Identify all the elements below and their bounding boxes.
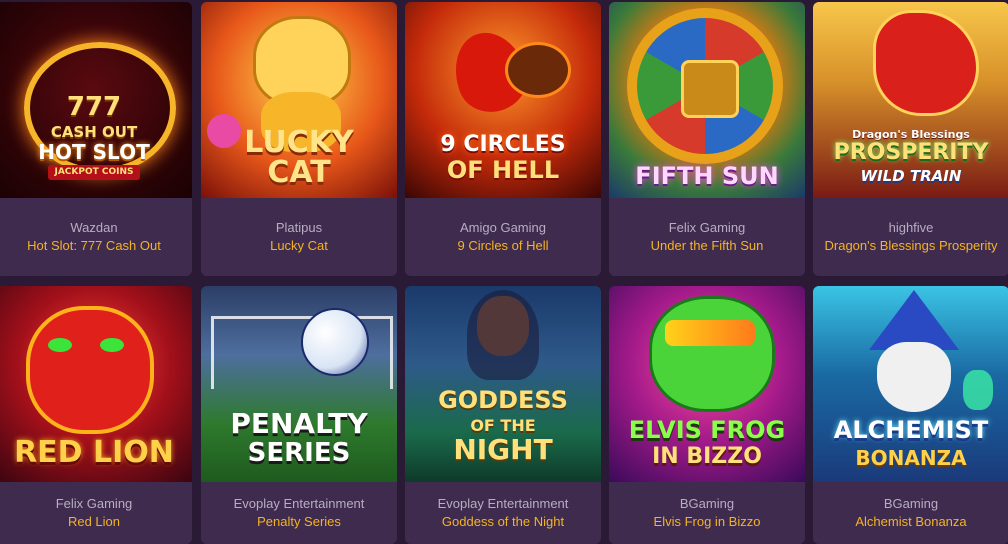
wizard-hat-graphic [869, 290, 959, 350]
game-thumbnail[interactable]: ELVIS FROG IN BIZZO [609, 286, 805, 482]
game-thumbnail[interactable]: GODDESS OF THE NIGHT [405, 286, 601, 482]
game-card[interactable]: 9 CIRCLES of HELL Amigo Gaming 9 Circles… [405, 2, 601, 276]
game-card[interactable]: LUCKY CAT Platipus Lucky Cat [201, 2, 397, 276]
game-thumbnail[interactable]: Dragon's Blessings PROSPERITY WILD TRAIN [813, 2, 1008, 198]
game-logo-line: PENALTY [230, 407, 368, 440]
game-title[interactable]: Alchemist Bonanza [855, 513, 966, 531]
game-card[interactable]: RED LION Felix Gaming Red Lion [0, 286, 192, 544]
game-title[interactable]: Red Lion [68, 513, 120, 531]
game-meta: Platipus Lucky Cat [201, 198, 397, 276]
game-thumbnail[interactable]: 777 CASH OUT HOT SLOT JACKPOT COINS [0, 2, 192, 198]
game-provider: Evoplay Entertainment [437, 496, 569, 511]
game-logo-line: PROSPERITY [833, 140, 989, 165]
game-provider: Platipus [275, 220, 323, 235]
game-logo-line: of HELL [446, 156, 560, 184]
game-logo-line: Dragon's Blessings [852, 128, 970, 141]
game-title[interactable]: Dragon's Blessings Prosperity [825, 237, 998, 255]
game-provider: Wazdan [70, 220, 118, 235]
game-logo-line: WILD TRAIN [860, 167, 962, 185]
game-logo-line: 9 CIRCLES [440, 132, 566, 157]
game-card[interactable]: FIFTH SUN Felix Gaming Under the Fifth S… [609, 2, 805, 276]
game-thumbnail[interactable]: RED LION [0, 286, 192, 482]
game-card[interactable]: ALCHEMIST BONANZA BGaming Alchemist Bona… [813, 286, 1008, 544]
game-meta: highfive Dragon's Blessings Prosperity [813, 198, 1008, 276]
game-logo-line: BONANZA [855, 446, 967, 470]
lion-eye-graphic [100, 338, 124, 352]
game-logo-line: 777 [66, 92, 122, 122]
soccer-ball-graphic [301, 308, 369, 376]
aztec-face-graphic [681, 60, 739, 118]
game-logo-line: ELVIS FROG [628, 416, 786, 444]
wizard-beard-graphic [877, 342, 951, 412]
game-card[interactable]: Dragon's Blessings PROSPERITY WILD TRAIN… [813, 2, 1008, 276]
game-thumbnail[interactable]: FIFTH SUN [609, 2, 805, 198]
game-logo-line: FIFTH SUN [635, 162, 779, 190]
game-provider: BGaming [883, 496, 939, 511]
game-thumbnail[interactable]: ALCHEMIST BONANZA [813, 286, 1008, 482]
game-thumbnail[interactable]: 9 CIRCLES of HELL [405, 2, 601, 198]
game-logo-line: HOT SLOT [38, 140, 150, 164]
dragon-head-graphic [873, 10, 979, 116]
game-meta: Wazdan Hot Slot: 777 Cash Out [0, 198, 192, 276]
game-meta: BGaming Alchemist Bonanza [813, 482, 1008, 544]
game-logo-line: GODDESS [438, 386, 568, 414]
game-meta: Evoplay Entertainment Penalty Series [201, 482, 397, 544]
game-meta: BGaming Elvis Frog in Bizzo [609, 482, 805, 544]
game-title[interactable]: Under the Fifth Sun [651, 237, 764, 255]
potion-bottle-graphic [963, 370, 993, 410]
game-card[interactable]: 777 CASH OUT HOT SLOT JACKPOT COINS Wazd… [0, 2, 192, 276]
game-title[interactable]: Elvis Frog in Bizzo [654, 513, 761, 531]
game-logo-line: ALCHEMIST [833, 416, 989, 444]
game-card[interactable]: ELVIS FROG IN BIZZO BGaming Elvis Frog i… [609, 286, 805, 544]
game-logo-line: CASH OUT [50, 123, 138, 141]
game-logo-line: JACKPOT COINS [48, 165, 140, 180]
game-meta: Felix Gaming Red Lion [0, 482, 192, 544]
game-provider: Evoplay Entertainment [233, 496, 365, 511]
game-meta: Amigo Gaming 9 Circles of Hell [405, 198, 601, 276]
game-provider: BGaming [679, 496, 735, 511]
lion-eye-graphic [48, 338, 72, 352]
game-title[interactable]: 9 Circles of Hell [457, 237, 548, 255]
game-title[interactable]: Goddess of the Night [442, 513, 564, 531]
game-provider: highfive [888, 220, 934, 235]
game-provider: Felix Gaming [668, 220, 746, 235]
game-meta: Felix Gaming Under the Fifth Sun [609, 198, 805, 276]
game-provider: Felix Gaming [55, 496, 133, 511]
coin-bowl-graphic [505, 42, 571, 98]
game-meta: Evoplay Entertainment Goddess of the Nig… [405, 482, 601, 544]
game-thumbnail[interactable]: PENALTY SERIES [201, 286, 397, 482]
goddess-hair-graphic [467, 290, 539, 380]
lion-face-graphic [26, 306, 154, 434]
game-provider: Amigo Gaming [460, 220, 546, 235]
game-logo-line: CAT [267, 155, 331, 190]
game-title[interactable]: Penalty Series [257, 513, 341, 531]
game-thumbnail[interactable]: LUCKY CAT [201, 2, 397, 198]
game-logo-line: IN BIZZO [652, 444, 762, 469]
game-card[interactable]: GODDESS OF THE NIGHT Evoplay Entertainme… [405, 286, 601, 544]
game-title[interactable]: Lucky Cat [270, 237, 328, 255]
game-logo-line: OF THE [470, 416, 536, 435]
game-grid: 777 CASH OUT HOT SLOT JACKPOT COINS Wazd… [0, 0, 1008, 544]
game-logo-line: RED LION [14, 435, 174, 470]
game-logo-line: NIGHT [453, 433, 553, 466]
game-card[interactable]: PENALTY SERIES Evoplay Entertainment Pen… [201, 286, 397, 544]
game-logo-line: LUCKY [244, 125, 354, 160]
sunglasses-graphic [665, 320, 755, 346]
frog-head-graphic [649, 296, 775, 412]
game-title[interactable]: Hot Slot: 777 Cash Out [27, 237, 161, 255]
game-logo-line: SERIES [247, 438, 351, 468]
